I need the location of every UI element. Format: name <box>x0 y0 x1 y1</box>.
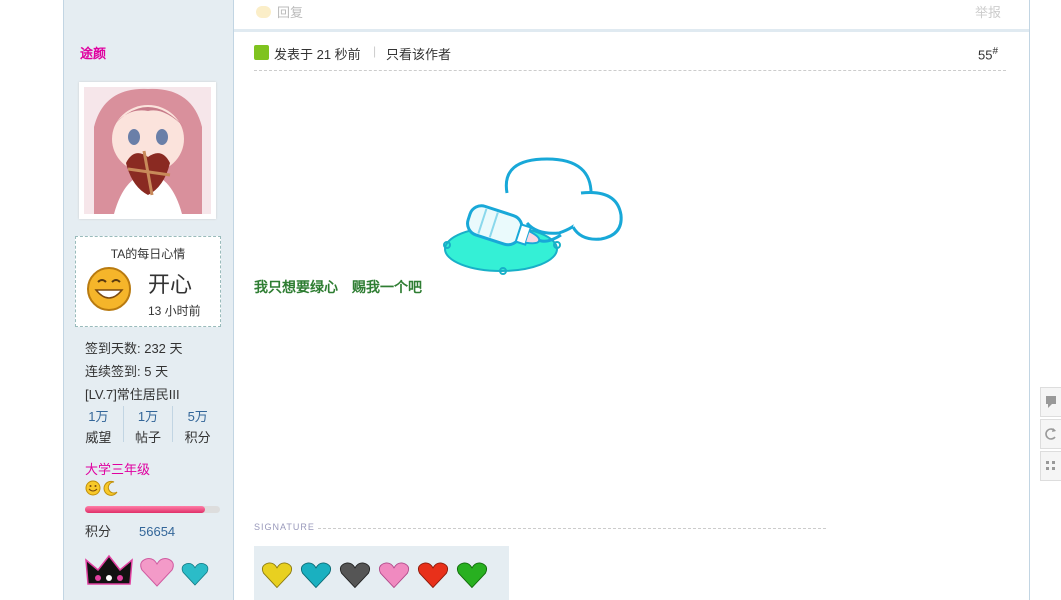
floating-toolbar <box>1040 387 1061 483</box>
floor-number[interactable]: 55# <box>978 46 998 62</box>
avatar[interactable] <box>79 82 216 219</box>
author-name[interactable]: 途颜 <box>80 43 106 62</box>
medal-list <box>84 552 210 588</box>
level-icons <box>85 480 119 496</box>
score-value: 56654 <box>139 524 176 539</box>
grey-heart-icon <box>339 562 371 589</box>
yellow-heart-icon <box>261 562 293 589</box>
signin-days: 签到天数: 232 天 <box>85 341 183 356</box>
mood-text: 开心 <box>148 272 193 297</box>
message-line: 我只想要绿心 <box>254 279 338 295</box>
reply-icon <box>256 5 271 18</box>
post-container: 回复 举报 途颜 TA的每日心情 开心 13 小时前 签到天数: 232 天 连… <box>63 0 1030 600</box>
quick-reply-button[interactable] <box>1040 387 1061 417</box>
red-heart-icon <box>417 562 449 589</box>
post-message: 我只想要绿心 赐我一个吧 <box>254 277 436 297</box>
avatar-image <box>84 87 211 214</box>
mood-time: 13 小时前 <box>148 304 201 318</box>
smile-icon <box>85 480 101 496</box>
reply-label: 回复 <box>277 5 304 20</box>
post-time: 发表于 21 秒前 <box>274 47 361 62</box>
score-row: 积分 56654 <box>85 521 175 540</box>
report-link[interactable]: 举报 <box>975 2 1001 21</box>
user-grade[interactable]: 大学三年级 <box>85 459 150 478</box>
signin-streak: 连续签到: 5 天 <box>85 364 169 379</box>
floor-value: 55 <box>977 47 993 63</box>
refresh-icon <box>1045 428 1056 440</box>
mood-title: TA的每日心情 <box>110 247 186 261</box>
floor-mark: # <box>992 46 998 57</box>
count-prestige[interactable]: 1万 威望 <box>74 406 124 445</box>
cyan-heart-icon <box>300 562 332 589</box>
more-button[interactable] <box>1040 451 1061 481</box>
grin-face-icon <box>87 267 131 311</box>
count-posts[interactable]: 1万 帖子 <box>124 406 174 445</box>
count-value: 1万 <box>137 409 159 424</box>
pink-heart-icon <box>378 562 410 589</box>
reply-link[interactable]: 回复 <box>256 2 303 21</box>
refresh-button[interactable] <box>1040 419 1061 449</box>
signature-box <box>254 546 509 600</box>
signature-label: SIGNATURE <box>254 522 315 532</box>
count-label: 积分 <box>184 430 211 445</box>
signature-hearts <box>260 560 489 590</box>
post-author-icon <box>254 45 269 60</box>
level-progress-bar <box>85 506 220 513</box>
separator: | <box>373 44 377 58</box>
message-line: 赐我一个吧 <box>352 279 422 295</box>
count-label: 威望 <box>85 430 112 445</box>
heart-medal-icon[interactable] <box>138 556 176 588</box>
post-header: 发表于 21 秒前 | 只看该作者 55# <box>254 42 1006 71</box>
user-counts: 1万 威望 1万 帖子 5万 积分 <box>74 406 222 445</box>
author-sidebar: 途颜 TA的每日心情 开心 13 小时前 签到天数: 232 天 连续签到: 5… <box>64 0 234 600</box>
count-label: 帖子 <box>135 430 162 445</box>
only-author-link[interactable]: 只看该作者 <box>386 44 451 63</box>
crown-medal-icon[interactable] <box>84 552 134 588</box>
moon-icon <box>103 480 118 496</box>
comment-icon <box>1046 396 1056 408</box>
count-value: 1万 <box>88 409 109 424</box>
grid-icon <box>1046 461 1055 470</box>
score-label: 积分 <box>85 524 112 539</box>
user-level[interactable]: [LV.7]常住居民III <box>85 384 180 403</box>
green-heart-icon <box>456 562 488 589</box>
count-value: 5万 <box>187 409 208 424</box>
level-progress-fill <box>85 506 206 513</box>
count-points[interactable]: 5万 积分 <box>173 406 222 445</box>
heart-medal-icon[interactable] <box>180 560 210 588</box>
signature-divider <box>318 528 826 529</box>
bottle-sticker-icon <box>443 157 623 275</box>
daily-mood-box: TA的每日心情 开心 13 小时前 <box>75 236 221 327</box>
